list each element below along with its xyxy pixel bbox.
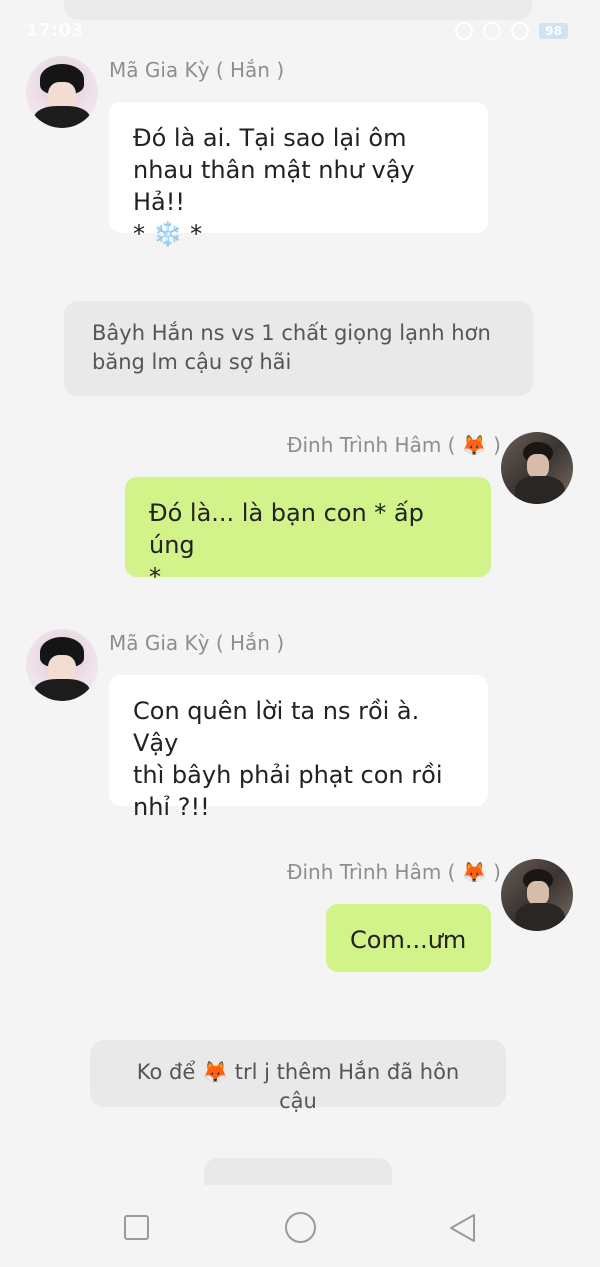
back-triangle-icon[interactable] (448, 1213, 478, 1243)
avatar-han[interactable] (26, 629, 98, 701)
narration-text: Ko để 🦊 trl j thêm Hắn đã hôn cậu (136, 1060, 460, 1113)
previous-narration-bubble (64, 0, 532, 20)
message-bubble-han[interactable]: Đó là ai. Tại sao lại ôm nhau thân mật n… (109, 102, 488, 248)
message-text: Con quên lời ta ns rồi à. Vậy thì bâyh p… (133, 697, 443, 821)
alarm-icon (455, 22, 474, 40)
sender-name-dinh: Đinh Trình Hâm ( 🦊 ) (287, 860, 501, 884)
message-text: Đó là... là bạn con * ấp úng * (149, 499, 424, 591)
home-circle-icon[interactable] (285, 1212, 316, 1243)
message-text: Đó là ai. Tại sao lại ôm nhau thân mật n… (133, 124, 415, 248)
narration-bubble: Ko để 🦊 trl j thêm Hắn đã hôn cậu (90, 1040, 506, 1113)
narration-text: Bâyh Hắn ns vs 1 chất giọng lạnh hơn băn… (92, 321, 491, 374)
status-bar: 17:03 98 (0, 18, 600, 46)
moon-icon (483, 22, 502, 40)
status-time: 17:03 (26, 20, 84, 41)
message-bubble-dinh[interactable]: Com...ưm (326, 904, 491, 972)
sender-name-dinh: Đinh Trình Hâm ( 🦊 ) (287, 433, 501, 457)
message-bubble-han[interactable]: Con quên lời ta ns rồi à. Vậy thì bâyh p… (109, 675, 488, 821)
sender-name-han: Mã Gia Kỳ ( Hắn ) (109, 58, 285, 82)
message-bubble-dinh[interactable]: Đó là... là bạn con * ấp úng * (125, 477, 491, 591)
navigation-bar (0, 1185, 600, 1267)
vpn-icon (511, 22, 530, 40)
sender-name-han: Mã Gia Kỳ ( Hắn ) (109, 631, 285, 655)
message-text: Com...ưm (350, 926, 467, 954)
avatar-dinh[interactable] (501, 859, 573, 931)
battery-indicator: 98 (539, 23, 568, 39)
avatar-dinh[interactable] (501, 432, 573, 504)
status-icons: 98 (455, 22, 568, 40)
avatar-han[interactable] (26, 56, 98, 128)
narration-bubble: Bâyh Hắn ns vs 1 chất giọng lạnh hơn băn… (64, 301, 533, 396)
recent-apps-square-icon[interactable] (124, 1215, 149, 1240)
